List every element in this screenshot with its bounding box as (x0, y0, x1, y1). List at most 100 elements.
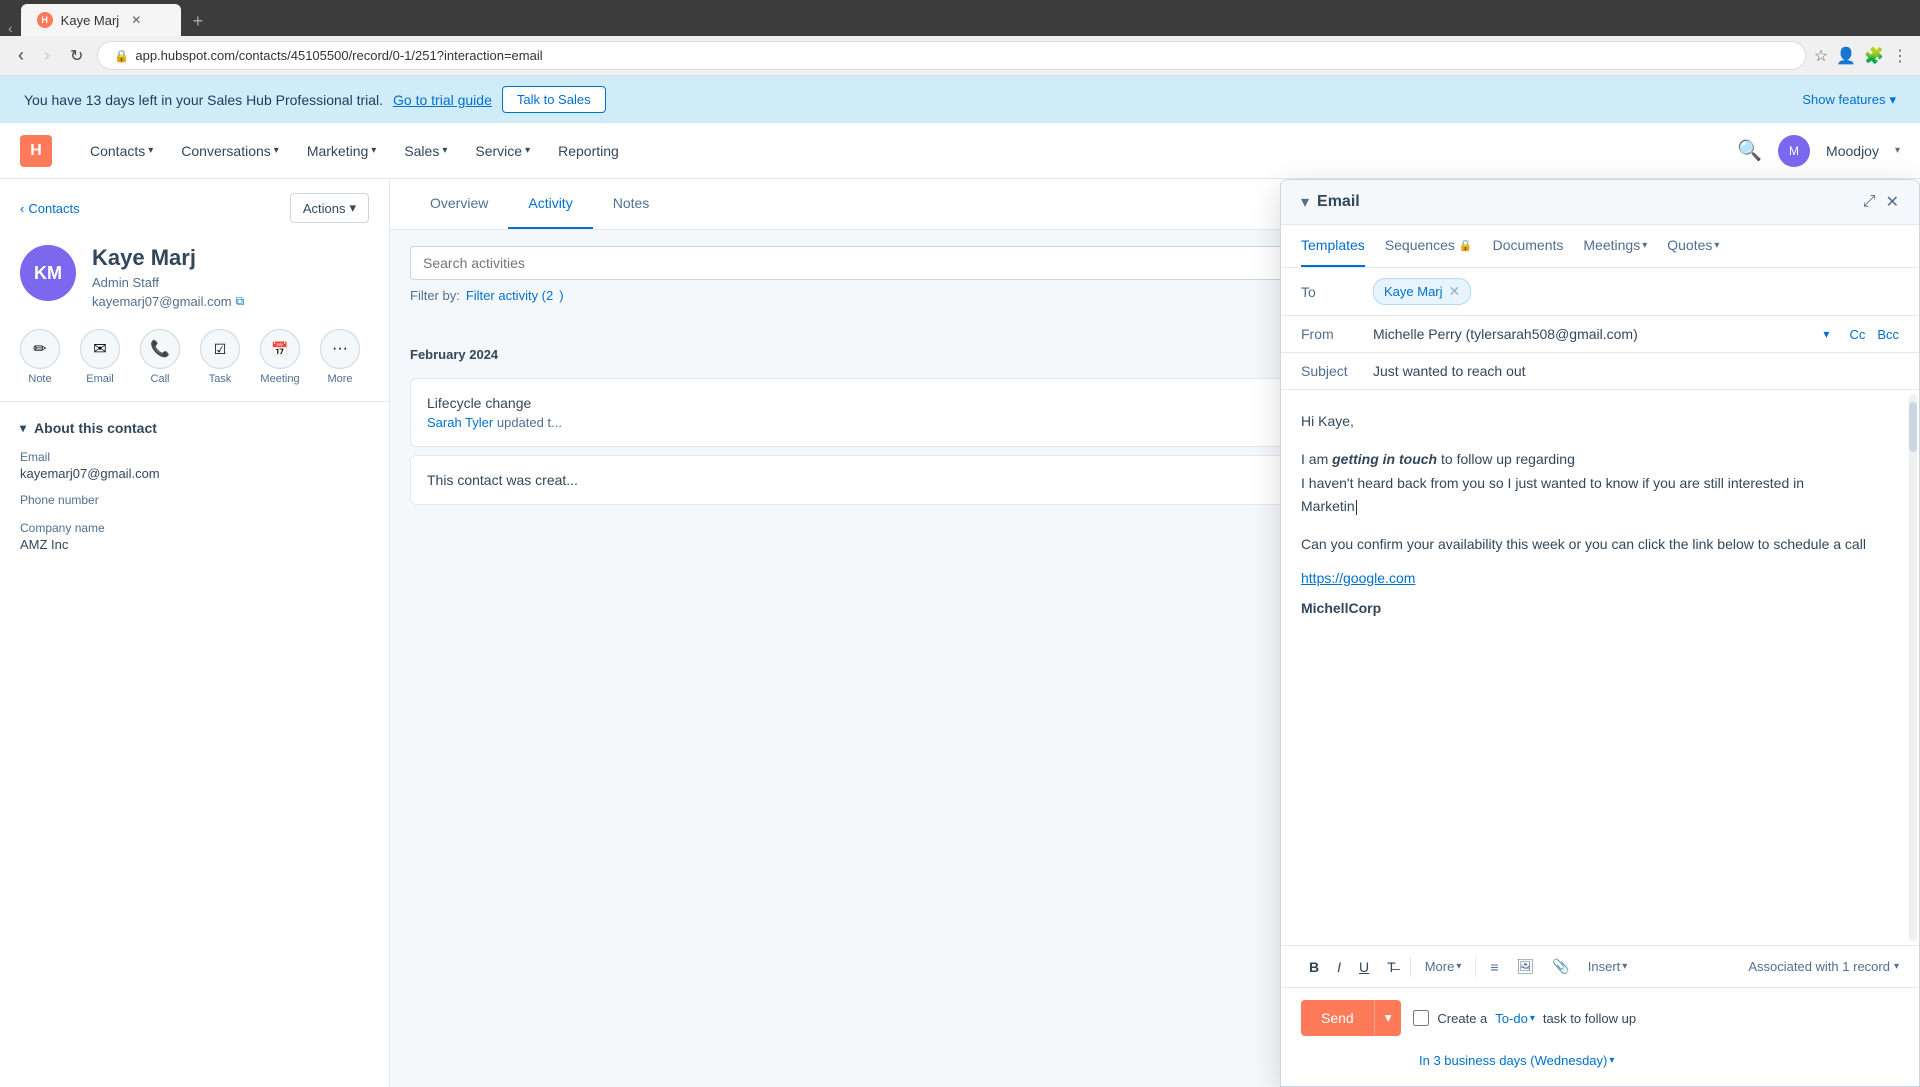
url-text: app.hubspot.com/contacts/45105500/record… (135, 48, 542, 63)
toolbar-attach-button[interactable]: 📎 (1544, 954, 1577, 979)
tab-overview[interactable]: Overview (410, 179, 508, 229)
email-scroll-bar[interactable] (1909, 394, 1917, 941)
copy-email-icon[interactable]: ⧉ (236, 294, 245, 309)
hubspot-logo[interactable]: H (20, 135, 52, 167)
send-button[interactable]: Send (1301, 1000, 1374, 1036)
toolbar-more-arrow-icon: ▾ (1456, 961, 1461, 972)
email-body[interactable]: Hi Kaye, I am getting in touch to follow… (1281, 390, 1919, 945)
tab-templates[interactable]: Templates (1301, 225, 1365, 267)
task-action[interactable]: ☑ Task (200, 329, 240, 385)
filter-activity-link[interactable]: Filter activity (2 (466, 288, 553, 303)
extensions-icon[interactable]: 🧩 (1864, 46, 1884, 66)
nav-item-conversations[interactable]: Conversations▾ (167, 123, 293, 179)
more-action[interactable]: ··· More (320, 329, 360, 385)
tab-documents[interactable]: Documents (1493, 225, 1564, 267)
profile-icon[interactable]: 👤 (1836, 46, 1856, 66)
actions-label: Actions (303, 201, 346, 216)
to-label: To (1301, 284, 1361, 300)
new-tab-button[interactable]: + (185, 7, 212, 36)
reload-button[interactable]: ↻ (64, 44, 89, 68)
email-body-link[interactable]: https://google.com (1301, 567, 1899, 591)
email-label: Email (86, 373, 114, 385)
contact-sidebar: ‹ Contacts Actions ▾ KM Kaye Marj Admin … (0, 179, 390, 1087)
email-collapse-icon[interactable]: ▾ (1301, 192, 1309, 212)
app-header: H Contacts▾ Conversations▾ Marketing▾ Sa… (0, 123, 1920, 179)
bcc-button[interactable]: Bcc (1877, 327, 1899, 342)
todo-type-button[interactable]: To-do ▾ (1495, 1011, 1535, 1026)
sequences-lock-icon: 🔒 (1459, 239, 1473, 252)
todo-type-arrow-icon: ▾ (1530, 1013, 1535, 1024)
toolbar-align-button[interactable]: ≡ (1482, 955, 1506, 979)
tab-title: Kaye Marj (61, 13, 120, 28)
nav-item-sales[interactable]: Sales▾ (390, 123, 461, 179)
show-features-button[interactable]: Show features ▾ (1802, 92, 1896, 108)
toolbar-strikethrough-button[interactable]: T̶ (1379, 955, 1404, 979)
about-chevron-icon: ▾ (20, 421, 26, 435)
browser-tab[interactable]: H Kaye Marj ✕ (21, 4, 181, 36)
tab-sequences[interactable]: Sequences 🔒 (1385, 225, 1473, 267)
call-action[interactable]: 📞 Call (140, 329, 180, 385)
nav-item-reporting[interactable]: Reporting (544, 123, 633, 179)
toolbar-bold-button[interactable]: B (1301, 955, 1327, 979)
todo-date-button[interactable]: In 3 business days (Wednesday) ▾ (1419, 1053, 1614, 1068)
tab-close-icon[interactable]: ✕ (131, 13, 141, 27)
body-line2: I haven't heard back from you so I just … (1301, 475, 1804, 491)
user-menu-arrow-icon[interactable]: ▾ (1895, 145, 1900, 156)
todo-type-label: To-do (1495, 1011, 1528, 1026)
email-company-name: MichellCorp (1301, 597, 1899, 621)
send-dropdown-button[interactable]: ▾ (1374, 1000, 1402, 1036)
toolbar-image-button[interactable]: 🖼 (1509, 954, 1543, 979)
email-action[interactable]: ✉ Email (80, 329, 120, 385)
nav-item-contacts[interactable]: Contacts▾ (76, 123, 167, 179)
to-field: To Kaye Marj ✕ (1281, 268, 1919, 316)
address-bar[interactable]: 🔒 app.hubspot.com/contacts/45105500/reco… (97, 41, 1805, 70)
associated-with-label: Associated with 1 record (1748, 959, 1890, 974)
nav-item-marketing[interactable]: Marketing▾ (293, 123, 391, 179)
email-expand-button[interactable]: ⤢ (1863, 193, 1876, 211)
toolbar-insert-button[interactable]: Insert ▾ (1580, 955, 1636, 978)
meeting-icon: 📅 (271, 341, 288, 358)
created-header: This contact was creat... (427, 472, 578, 488)
tab-meetings[interactable]: Meetings ▾ (1583, 225, 1647, 267)
trial-guide-link[interactable]: Go to trial guide (393, 92, 492, 108)
about-section-header[interactable]: ▾ About this contact (20, 420, 369, 436)
user-name[interactable]: Moodjoy (1826, 143, 1879, 159)
tab-notes[interactable]: Notes (593, 179, 670, 229)
global-search-button[interactable]: 🔍 (1737, 138, 1762, 163)
from-edit-arrow-icon[interactable]: ▾ (1823, 327, 1829, 341)
contact-name: Kaye Marj (92, 245, 244, 271)
back-to-contacts-button[interactable]: ‹ Contacts (20, 201, 80, 216)
toolbar-more-button[interactable]: More ▾ (1417, 955, 1470, 978)
to-recipient-chip[interactable]: Kaye Marj ✕ (1373, 278, 1471, 305)
to-remove-icon[interactable]: ✕ (1449, 283, 1461, 300)
menu-icon[interactable]: ⋮ (1892, 46, 1908, 66)
tab-quotes[interactable]: Quotes ▾ (1667, 225, 1719, 267)
conversations-arrow-icon: ▾ (274, 145, 279, 156)
tab-activity[interactable]: Activity (508, 179, 592, 229)
back-arrow-icon: ‹ (20, 201, 24, 216)
associated-with-button[interactable]: Associated with 1 record ▾ (1748, 959, 1899, 974)
toolbar-underline-button[interactable]: U (1351, 955, 1377, 979)
talk-to-sales-button[interactable]: Talk to Sales (502, 86, 606, 113)
toolbar-italic-button[interactable]: I (1329, 955, 1349, 979)
sequences-tab-label: Sequences (1385, 237, 1455, 253)
nav-item-service[interactable]: Service▾ (461, 123, 544, 179)
todo-suffix: task to follow up (1543, 1011, 1636, 1026)
toolbar-insert-label: Insert (1588, 959, 1621, 974)
actions-button[interactable]: Actions ▾ (290, 193, 369, 223)
sarah-tyler-link[interactable]: Sarah Tyler (427, 415, 493, 430)
contact-initials: KM (34, 263, 62, 284)
email-paragraph-3: Marketin (1301, 495, 1899, 519)
back-button[interactable]: ‹ (12, 43, 30, 68)
bookmark-icon[interactable]: ☆ (1814, 46, 1828, 66)
contact-email: kayemarj07@gmail.com (92, 294, 232, 309)
user-avatar[interactable]: M (1778, 135, 1810, 167)
meeting-action[interactable]: 📅 Meeting (260, 329, 300, 385)
property-email-label: Email (20, 450, 369, 464)
body-line1-post: to follow up regarding (1437, 451, 1575, 467)
cc-button[interactable]: Cc (1849, 327, 1865, 342)
subject-value[interactable]: Just wanted to reach out (1373, 363, 1899, 379)
email-close-button[interactable]: ✕ (1886, 192, 1899, 212)
todo-checkbox[interactable] (1413, 1010, 1429, 1026)
note-action[interactable]: ✏ Note (20, 329, 60, 385)
